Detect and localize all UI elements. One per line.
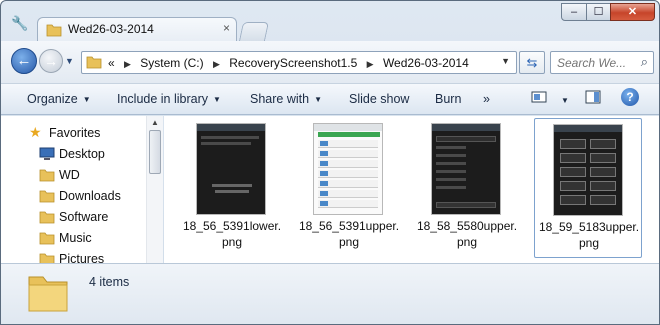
chevron-right-icon[interactable]: ▶	[124, 59, 131, 69]
breadcrumb-item-current[interactable]: Wed26-03-2014	[383, 56, 469, 70]
file-name: 18_59_5183upper.png	[535, 219, 643, 251]
refresh-button[interactable]: ⇆	[519, 51, 545, 74]
explorer-window: 🔧 Wed26-03-2014 × – ☐ ✕ ← → ▼ « ▶ System…	[0, 0, 660, 325]
file-name-line1: 18_56_5391lower.	[182, 219, 282, 233]
file-name-line2: png	[578, 236, 600, 250]
back-button[interactable]: ←	[11, 48, 37, 74]
scrollbar-thumb[interactable]	[149, 130, 161, 174]
wrench-icon[interactable]: 🔧	[11, 14, 29, 32]
sidebar-item-label: Favorites	[49, 126, 101, 140]
chevron-down-icon: ▼	[561, 96, 569, 105]
preview-pane-icon[interactable]	[585, 90, 601, 108]
minimize-button[interactable]: –	[561, 3, 587, 21]
recent-pages-dropdown[interactable]: ▼	[65, 56, 74, 66]
sidebar-item-label: WD	[59, 168, 80, 182]
burn-button[interactable]: Burn	[435, 92, 461, 106]
file-item-selected[interactable]: 18_59_5183upper.png	[534, 118, 642, 258]
close-button[interactable]: ✕	[610, 3, 655, 21]
search-box[interactable]: ⌕	[550, 51, 654, 74]
address-bar[interactable]: « ▶ System (C:) ▶ RecoveryScreenshot1.5 …	[81, 51, 517, 74]
forward-button[interactable]: →	[39, 49, 63, 73]
file-name: 18_56_5391upper.png	[295, 218, 403, 250]
file-name-line1: 18_58_5580upper.	[416, 219, 518, 233]
sidebar-item-label: Software	[59, 210, 109, 224]
file-name-line2: png	[338, 235, 360, 249]
search-icon[interactable]: ⌕	[641, 54, 648, 70]
pane-icon	[585, 90, 601, 104]
organize-label: Organize	[27, 92, 78, 106]
folder-icon	[28, 276, 68, 312]
file-name-line1: 18_59_5183upper.	[538, 220, 640, 234]
file-name: 18_56_5391lower.png	[178, 218, 286, 250]
file-item[interactable]: 18_56_5391lower.png	[178, 118, 286, 258]
file-name-line2: png	[221, 235, 243, 249]
folder-icon	[86, 56, 102, 69]
include-in-library-label: Include in library	[117, 92, 209, 106]
image-thumbnail	[553, 124, 623, 216]
command-bar: Organize ▼ Include in library ▼ Share with…	[1, 83, 659, 115]
image-thumbnail	[431, 123, 501, 215]
sidebar-item-label: Music	[59, 231, 92, 245]
view-dropdown[interactable]: ▼	[556, 93, 569, 107]
search-input[interactable]	[557, 55, 633, 71]
new-tab-button[interactable]	[238, 22, 270, 41]
file-name-line1: 18_56_5391upper.	[298, 219, 400, 233]
organize-button[interactable]: Organize ▼	[27, 92, 91, 106]
folder-icon	[39, 232, 55, 245]
image-thumbnail	[196, 123, 266, 215]
folder-icon	[39, 211, 55, 224]
tab-title: Wed26-03-2014	[68, 22, 154, 36]
slide-show-button[interactable]: Slide show	[349, 92, 409, 106]
more-commands-button[interactable]: »	[483, 92, 490, 106]
share-with-button[interactable]: Share with ▼	[250, 92, 322, 106]
breadcrumb-overflow[interactable]: «	[108, 56, 115, 70]
navigation-scrollbar[interactable]: ▲	[146, 116, 163, 263]
folder-icon	[46, 24, 62, 37]
breadcrumb: « ▶ System (C:) ▶ RecoveryScreenshot1.5 …	[108, 56, 469, 70]
file-name-line2: png	[456, 235, 478, 249]
image-thumbnail	[313, 123, 383, 215]
star-icon: ★	[29, 124, 42, 140]
close-icon[interactable]: ×	[223, 21, 230, 35]
file-list: 18_56_5391lower.png 18_56_5391upper.png	[164, 116, 659, 263]
maximize-button[interactable]: ☐	[586, 3, 611, 21]
details-pane: 4 items	[1, 263, 659, 324]
sidebar-item-label: Desktop	[59, 147, 105, 161]
file-item[interactable]: 18_56_5391upper.png	[295, 118, 403, 258]
desktop-icon	[39, 147, 55, 160]
help-button[interactable]: ?	[621, 88, 639, 106]
title-bar: 🔧 Wed26-03-2014 × – ☐ ✕	[1, 1, 659, 41]
folder-icon	[39, 169, 55, 182]
folder-icon	[39, 190, 55, 203]
share-with-label: Share with	[250, 92, 310, 106]
scroll-up-icon[interactable]: ▲	[151, 118, 159, 127]
breadcrumb-item-folder[interactable]: RecoveryScreenshot1.5	[229, 56, 357, 70]
item-count: 4 items	[89, 275, 130, 289]
view-icon	[531, 91, 547, 103]
tab-current-folder[interactable]: Wed26-03-2014 ×	[37, 17, 237, 41]
breadcrumb-item-drive[interactable]: System (C:)	[140, 56, 203, 70]
file-item[interactable]: 18_58_5580upper.png	[413, 118, 521, 258]
chevron-right-icon[interactable]: ▶	[367, 59, 374, 69]
chevron-right-icon[interactable]: ▶	[213, 59, 220, 69]
chevron-down-icon[interactable]: ▼	[501, 56, 510, 66]
include-in-library-button[interactable]: Include in library ▼	[117, 92, 221, 106]
sidebar-item-label: Downloads	[59, 189, 121, 203]
navigation-pane: ★ Favorites Desktop WD Downloads Softwar…	[1, 116, 163, 266]
file-name: 18_58_5580upper.png	[413, 218, 521, 250]
view-options-icon[interactable]	[531, 90, 547, 108]
